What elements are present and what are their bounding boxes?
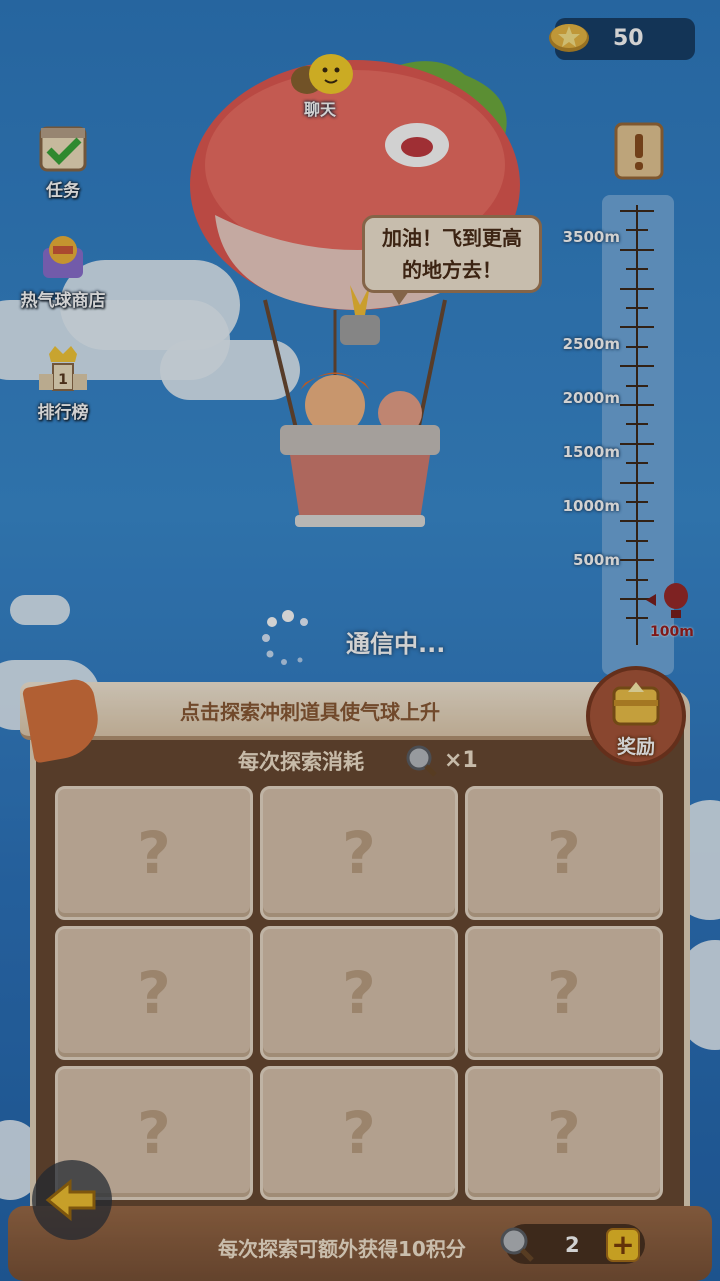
ruler-tick (626, 268, 648, 271)
mystery-cell[interactable]: ? (260, 926, 458, 1060)
chat-button[interactable]: 聊天 (280, 50, 360, 120)
mystery-cell[interactable]: ? (55, 786, 253, 920)
ruler-tick (626, 501, 648, 503)
altitude-tick-label: 1000m (562, 497, 620, 515)
sidebar-item-label: 任务 (46, 181, 80, 201)
ruler-tick (620, 404, 654, 406)
speech-line: 的地方去！ (402, 258, 502, 282)
altitude-tick-label: 2500m (562, 335, 620, 353)
current-altitude-label: 100m (650, 624, 694, 640)
altitude-info-icon[interactable] (608, 120, 670, 182)
ruler-tick (620, 442, 654, 445)
question-mark: ? (342, 1099, 376, 1167)
magnifier-icon (406, 745, 437, 777)
ruler-tick (626, 307, 648, 309)
cost-multiplier: ×1 (444, 748, 478, 773)
ruler-tick (620, 287, 654, 290)
question-mark: ? (137, 1099, 171, 1167)
speech-line: 加油！飞到更高 (382, 226, 522, 250)
ruler-tick (626, 617, 648, 620)
sidebar-item-label: 热气球商店 (20, 291, 106, 311)
ruler-tick (620, 210, 654, 212)
mystery-grid: ? ? ? ? ? ? ? ? ? (55, 786, 665, 1200)
svg-text:1: 1 (58, 372, 68, 388)
altitude-tick-label: 2000m (562, 389, 620, 407)
cost-label: 每次探索消耗 (238, 750, 364, 774)
loading-spinner-icon (262, 610, 308, 665)
back-arrow-icon (45, 1178, 96, 1222)
item-count: 2 (565, 1233, 580, 1257)
altitude-tick-label: 3500m (562, 228, 620, 246)
hot-air-balloon (190, 60, 520, 527)
question-mark: ? (342, 819, 376, 887)
ruler-tick (620, 520, 654, 523)
magnifier-icon (500, 1227, 534, 1262)
question-mark: ? (137, 959, 171, 1027)
ruler-tick (620, 365, 654, 368)
reward-label: 奖励 (616, 736, 655, 758)
question-mark: ? (547, 819, 581, 887)
currency-value: 50 (613, 26, 644, 51)
mystery-cell[interactable]: ? (260, 786, 458, 920)
ruler-tick (620, 481, 654, 484)
ruler-tick (626, 578, 648, 581)
back-button[interactable] (32, 1160, 112, 1240)
speech-bubble: 加油！飞到更高 的地方去！ (362, 215, 542, 305)
ruler-tick (626, 229, 648, 232)
bonus-points-text: 每次探索可额外获得10积分 (218, 1237, 466, 1261)
ruler-tick (620, 248, 654, 251)
balloon-shop-icon (43, 236, 83, 278)
mystery-cell[interactable]: ? (55, 926, 253, 1060)
ruler-tick (626, 384, 648, 387)
ruler-tick (626, 345, 648, 348)
ruler-tick (626, 539, 648, 542)
altitude-tick-label: 500m (573, 551, 620, 569)
balloon-position-marker (646, 583, 688, 618)
ruler-tick (626, 462, 648, 465)
question-mark: ? (547, 1099, 581, 1167)
chat-bubble-icon (291, 54, 353, 94)
sidebar-item-ranking[interactable]: 1 排行榜 (8, 340, 118, 423)
ruler-tick (620, 326, 654, 329)
sidebar-item-tasks[interactable]: 任务 (8, 118, 118, 201)
ruler-tick (620, 559, 654, 562)
cloud (10, 595, 70, 625)
mystery-cell[interactable]: ? (465, 926, 663, 1060)
question-mark: ? (137, 819, 171, 887)
ruler-tick (626, 423, 648, 426)
sidebar-item-label: 排行榜 (37, 403, 89, 423)
mystery-cell[interactable]: ? (465, 786, 663, 920)
banner-text: 点击探索冲刺道具使气球上升 (180, 700, 440, 724)
star-coin-icon (549, 24, 589, 52)
ranking-crown-icon: 1 (39, 346, 87, 391)
question-mark: ? (547, 959, 581, 1027)
mystery-cell[interactable]: ? (260, 1066, 458, 1200)
currency-display: 50 (549, 18, 695, 60)
altitude-tick-label: 1500m (562, 443, 620, 461)
task-calendar-icon (39, 126, 87, 172)
board-banner: 点击探索冲刺道具使气球上升 (20, 682, 640, 740)
loading-text: 通信中... (346, 630, 446, 658)
sidebar-item-balloon-shop[interactable]: 热气球商店 (8, 228, 118, 311)
mystery-cell[interactable]: ? (465, 1066, 663, 1200)
question-mark: ? (342, 959, 376, 1027)
add-item-button[interactable]: + (606, 1228, 640, 1262)
